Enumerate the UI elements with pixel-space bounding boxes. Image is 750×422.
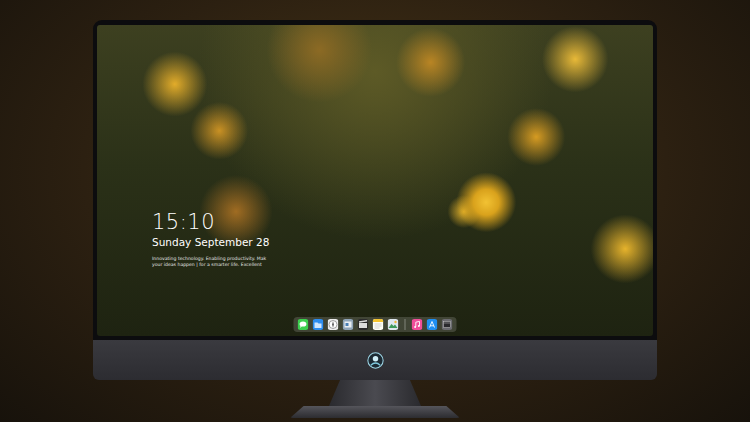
tagline-line: your ideas happen | for a smarter life. … [152, 262, 269, 268]
dock [294, 317, 457, 332]
lock-widget: 15:10 Sunday September 28 Innovating tec… [152, 210, 269, 268]
notes-icon[interactable] [373, 319, 384, 330]
wallpaper: 15:10 Sunday September 28 Innovating tec… [97, 25, 653, 336]
browser-icon[interactable] [328, 319, 339, 330]
tagline-line: Innovating technology. Enabling producti… [152, 256, 269, 262]
tagline: Innovating technology. Enabling producti… [152, 256, 269, 268]
monitor-bezel: 15:10 Sunday September 28 Innovating tec… [93, 20, 657, 340]
brand-logo-icon [367, 352, 384, 369]
window-icon[interactable] [442, 319, 453, 330]
files-icon[interactable] [313, 319, 324, 330]
monitor: 15:10 Sunday September 28 Innovating tec… [93, 20, 657, 418]
monitor-base [290, 406, 460, 418]
preview-icon[interactable] [343, 319, 354, 330]
monitor-chin [93, 340, 657, 380]
photos-icon[interactable] [388, 319, 399, 330]
clock: 15:10 [152, 210, 269, 234]
store-icon[interactable] [427, 319, 438, 330]
music-icon[interactable] [412, 319, 423, 330]
messages-icon[interactable] [298, 319, 309, 330]
date: Sunday September 28 [152, 236, 269, 250]
video-icon[interactable] [358, 319, 369, 330]
monitor-stand [329, 380, 421, 406]
dock-separator [405, 319, 406, 330]
